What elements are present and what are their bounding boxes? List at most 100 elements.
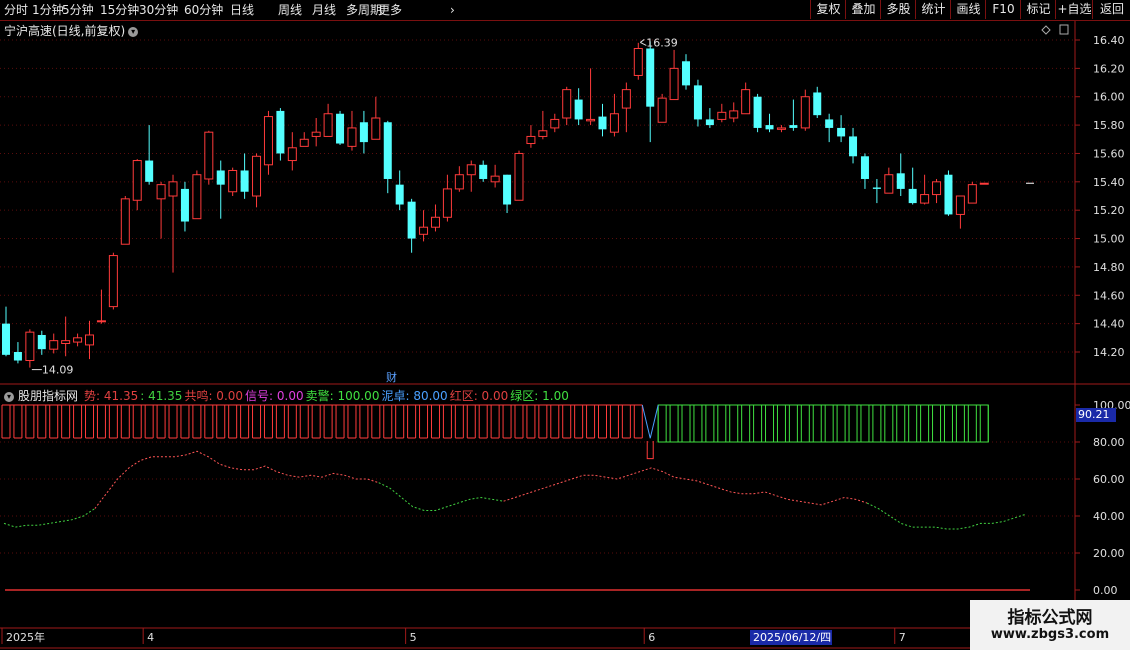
candle[interactable]	[407, 198, 416, 253]
candle[interactable]	[228, 167, 238, 196]
candle[interactable]	[490, 164, 500, 188]
candle[interactable]	[586, 68, 596, 126]
candle[interactable]	[73, 333, 83, 347]
candle[interactable]	[430, 204, 440, 232]
candle[interactable]	[2, 306, 10, 357]
candle[interactable]	[204, 130, 214, 185]
candle[interactable]	[180, 181, 189, 232]
candle[interactable]	[168, 174, 178, 273]
candle[interactable]	[789, 99, 798, 131]
candle[interactable]	[944, 170, 953, 216]
candle[interactable]	[550, 113, 560, 133]
candle[interactable]	[347, 110, 357, 151]
date-label: 5	[410, 631, 417, 644]
candle[interactable]	[932, 178, 942, 204]
candle[interactable]	[765, 113, 774, 133]
candle[interactable]	[729, 102, 739, 123]
candle[interactable]	[49, 333, 59, 354]
candle[interactable]	[466, 160, 476, 192]
candle[interactable]	[896, 153, 905, 196]
candle[interactable]	[287, 132, 297, 171]
candle[interactable]	[753, 93, 762, 133]
candle[interactable]	[920, 174, 930, 205]
candle[interactable]	[657, 93, 667, 123]
candle[interactable]	[503, 174, 512, 214]
candle[interactable]	[872, 178, 881, 204]
candle-body	[13, 352, 22, 361]
candle[interactable]	[252, 153, 262, 208]
candle[interactable]	[132, 159, 142, 211]
candle-body	[61, 340, 71, 344]
candle[interactable]	[526, 125, 536, 148]
candle[interactable]	[669, 49, 679, 101]
candle[interactable]	[120, 196, 130, 245]
candle[interactable]	[609, 93, 619, 137]
candle[interactable]	[800, 89, 810, 131]
candle[interactable]	[145, 125, 154, 185]
candle[interactable]	[813, 86, 822, 118]
maximize-icon	[1059, 24, 1069, 35]
candle[interactable]	[598, 103, 607, 137]
candle[interactable]	[108, 252, 118, 310]
candle[interactable]	[633, 42, 643, 80]
candle[interactable]	[371, 96, 381, 140]
candle[interactable]	[646, 41, 655, 143]
candle-body	[49, 340, 59, 350]
candle[interactable]	[693, 79, 702, 127]
legend-item-4: 卖警: 100.00	[305, 389, 380, 403]
diamond-icon	[1041, 25, 1051, 35]
candle[interactable]	[979, 182, 989, 185]
candle[interactable]	[705, 108, 714, 128]
candle[interactable]	[192, 170, 202, 220]
candle[interactable]	[216, 160, 225, 219]
candle[interactable]	[717, 103, 727, 123]
candle[interactable]	[776, 125, 786, 133]
candle-body	[299, 138, 309, 147]
candle-body	[419, 226, 429, 235]
candle[interactable]	[908, 167, 917, 205]
price-tick-label: 15.80	[1093, 119, 1125, 132]
candle-body	[896, 173, 905, 189]
candle-body	[813, 92, 822, 116]
candle[interactable]	[837, 115, 846, 143]
kline-chart[interactable]: 16.40 16.20 16.00 15.80 15.60 15.40 15.20 15.00…	[0, 0, 1130, 650]
candle[interactable]	[61, 316, 71, 357]
candle[interactable]	[359, 110, 368, 154]
candle[interactable]	[156, 181, 166, 239]
candle[interactable]	[25, 329, 35, 368]
candle[interactable]	[574, 88, 583, 126]
candle[interactable]	[85, 320, 95, 360]
candle[interactable]	[263, 110, 273, 175]
candle[interactable]	[96, 289, 106, 324]
candle[interactable]	[860, 153, 869, 189]
candle[interactable]	[884, 167, 894, 194]
indicator-name: 股朋指标网	[18, 389, 79, 403]
candle-body	[228, 169, 238, 193]
candle[interactable]	[419, 210, 429, 242]
candle[interactable]	[311, 118, 321, 147]
candle[interactable]	[336, 110, 345, 145]
candle[interactable]	[454, 166, 464, 192]
finance-event-marker: 财	[386, 370, 397, 384]
candle[interactable]	[621, 82, 631, 133]
candle[interactable]	[37, 330, 46, 355]
candle[interactable]	[955, 195, 965, 229]
candle[interactable]	[299, 132, 309, 147]
candle[interactable]	[276, 108, 285, 161]
candle-body	[395, 184, 404, 205]
candle[interactable]	[13, 342, 22, 364]
candle[interactable]	[240, 153, 249, 199]
candle[interactable]	[741, 82, 751, 115]
legend-item-6: 红区: 0.00	[449, 389, 509, 403]
candle[interactable]	[323, 103, 333, 137]
candle[interactable]	[682, 54, 691, 90]
candle[interactable]	[479, 160, 488, 182]
chevron-down-icon[interactable]: ▾	[4, 391, 14, 402]
candle[interactable]	[967, 181, 977, 204]
candle[interactable]	[514, 150, 524, 201]
candle[interactable]	[825, 113, 834, 143]
candle[interactable]	[849, 127, 858, 164]
candle[interactable]	[562, 86, 572, 126]
candle-body	[586, 118, 596, 122]
candle[interactable]	[395, 170, 404, 211]
